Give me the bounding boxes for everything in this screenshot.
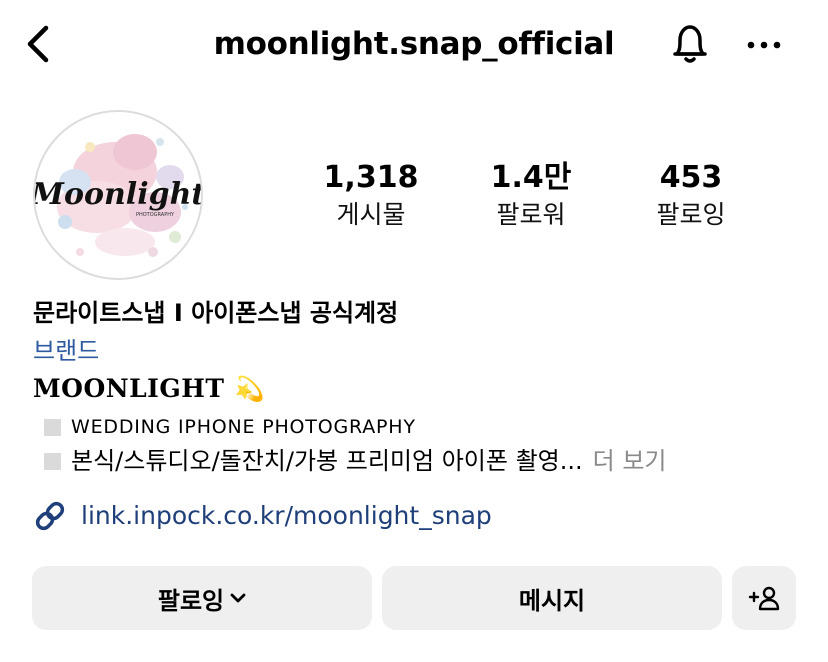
stat-followers-label: 팔로워 [496, 200, 566, 229]
following-button[interactable]: 팔로잉 [32, 566, 372, 630]
stat-posts-label: 게시물 [336, 200, 406, 229]
bio-line-2: 본식/스튜디오/돌잔치/가봉 프리미엄 아이폰 촬영... 더 보기 [44, 444, 667, 478]
bullet-square-icon [44, 418, 61, 436]
stat-following[interactable]: 453 팔로잉 [616, 158, 766, 232]
notifications-button[interactable] [665, 18, 715, 68]
link-icon [35, 501, 65, 531]
chevron-down-icon [230, 593, 246, 603]
bio-brand-line: MOONLIGHT 💫 [33, 370, 265, 408]
bell-icon [673, 25, 707, 63]
message-button[interactable]: 메시지 [382, 566, 722, 630]
moonlight-logo: Moonlight PHOTOGRAPHY [35, 112, 201, 278]
profile-display-name: 문라이트스냅 I 아이폰스냅 공식계정 [33, 299, 399, 327]
following-button-label: 팔로잉 [157, 586, 225, 615]
more-link[interactable]: 더 보기 [593, 444, 667, 478]
profile-link-text: link.inpock.co.kr/moonlight_snap [81, 501, 492, 530]
suggest-people-button[interactable] [732, 566, 796, 630]
message-button-label: 메시지 [518, 586, 586, 615]
dizzy-emoji-icon: 💫 [234, 374, 265, 403]
logo-text: Moonlight [35, 177, 201, 212]
stat-followers-value: 1.4만 [490, 160, 572, 195]
stat-followers[interactable]: 1.4만 팔로워 [456, 158, 606, 232]
avatar[interactable]: Moonlight PHOTOGRAPHY [33, 110, 203, 280]
bio-line-1: WEDDING IPHONE PHOTOGRAPHY [44, 412, 416, 442]
more-options-button[interactable] [744, 30, 784, 60]
more-horizontal-icon [747, 41, 781, 49]
bio-brand: MOONLIGHT [33, 374, 225, 403]
stat-following-label: 팔로잉 [656, 200, 726, 229]
logo-subtext: PHOTOGRAPHY [136, 212, 175, 218]
bullet-square-icon [44, 452, 61, 470]
stat-posts[interactable]: 1,318 게시물 [296, 158, 446, 232]
bio-line-1-text: WEDDING IPHONE PHOTOGRAPHY [71, 416, 416, 438]
profile-link[interactable]: link.inpock.co.kr/moonlight_snap [33, 496, 492, 536]
bio-line-2-text: 본식/스튜디오/돌잔치/가봉 프리미엄 아이폰 촬영... [71, 447, 583, 475]
stat-posts-value: 1,318 [323, 160, 419, 195]
stat-following-value: 453 [659, 160, 723, 195]
add-person-icon [748, 586, 780, 611]
profile-category: 브랜드 [33, 337, 100, 365]
